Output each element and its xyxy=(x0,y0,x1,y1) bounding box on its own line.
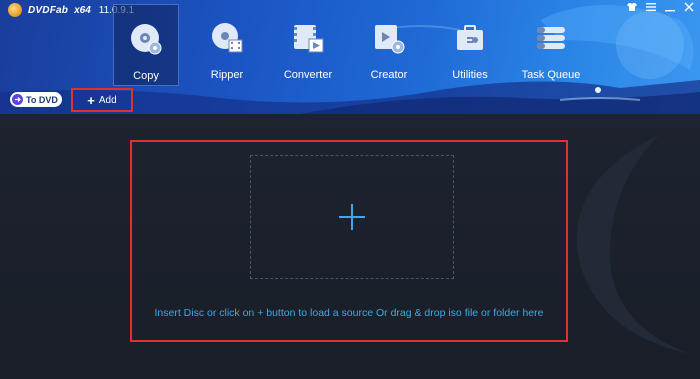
nav-label: Ripper xyxy=(210,69,244,81)
to-dvd-button[interactable]: To DVD xyxy=(10,92,62,107)
app-window: DVDFab x64 11.0.9.1 xyxy=(0,0,700,379)
nav-item-copy[interactable]: Copy xyxy=(113,4,179,86)
brand-arch: x64 xyxy=(74,4,91,16)
nav-label: Utilities xyxy=(452,69,488,81)
minimize-icon[interactable] xyxy=(665,2,675,12)
nav-item-creator[interactable]: Creator xyxy=(356,4,422,86)
brand-name: DVDFab xyxy=(28,4,69,16)
shirt-icon[interactable] xyxy=(627,2,637,12)
nav-label: Converter xyxy=(283,69,333,81)
nav-item-task-queue[interactable]: Task Queue xyxy=(518,4,584,86)
plus-icon: + xyxy=(87,92,95,108)
header: DVDFab x64 11.0.9.1 xyxy=(0,0,700,114)
nav-item-converter[interactable]: Converter xyxy=(275,4,341,86)
to-dvd-label: To DVD xyxy=(26,94,58,105)
dvdfab-logo-icon xyxy=(8,3,22,17)
nav-item-ripper[interactable]: Ripper xyxy=(194,4,260,86)
drop-hint-text: Insert Disc or click on + button to load… xyxy=(154,307,544,319)
nav-label: Copy xyxy=(133,70,159,82)
disc-ripper-icon xyxy=(212,23,243,53)
plus-icon xyxy=(339,204,365,230)
main-area: Insert Disc or click on + button to load… xyxy=(0,114,700,379)
add-button[interactable]: + Add xyxy=(71,88,133,112)
film-converter-icon xyxy=(294,25,324,53)
nav-item-utilities[interactable]: Utilities xyxy=(437,4,503,86)
toolbox-icon xyxy=(457,25,483,50)
module-nav: Copy Ripper Converter Creator Utilities … xyxy=(113,4,599,86)
arrow-right-icon xyxy=(12,94,23,105)
task-queue-icon xyxy=(537,27,565,49)
film-creator-icon xyxy=(375,25,405,54)
nav-label: Creator xyxy=(370,69,408,81)
disc-copy-icon xyxy=(131,24,162,55)
nav-label: Task Queue xyxy=(521,69,581,81)
window-controls xyxy=(627,2,694,12)
add-source-box[interactable] xyxy=(250,155,454,279)
close-icon[interactable] xyxy=(684,2,694,12)
add-label: Add xyxy=(98,94,117,106)
menu-icon[interactable] xyxy=(646,2,656,12)
drop-zone[interactable]: Insert Disc or click on + button to load… xyxy=(130,140,568,342)
